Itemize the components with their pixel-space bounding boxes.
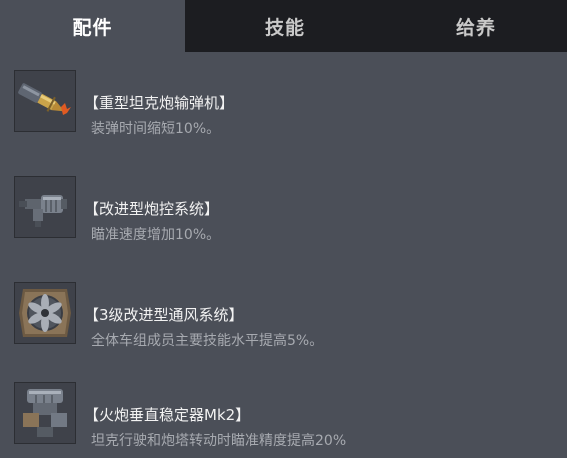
item-title: 【改进型炮控系统】 <box>84 200 220 218</box>
tab-skills[interactable]: 技能 <box>185 0 385 52</box>
stabilizer-icon <box>14 382 76 444</box>
item-description: 坦克行驶和炮塔转动时瞄准精度提高20% <box>91 433 347 449</box>
tab-supplies[interactable]: 给养 <box>385 0 567 52</box>
item-title: 【火炮垂直稳定器Mk2】 <box>84 406 251 424</box>
list-item-rammer[interactable]: 【重型坦克炮输弹机】 装弹时间缩短10%。 <box>0 66 567 146</box>
list-item-gun-laying-drive[interactable]: 【改进型炮控系统】 瞄准速度增加10%。 <box>0 172 567 252</box>
item-description: 装弹时间缩短10%。 <box>91 121 221 137</box>
gun-laying-drive-icon <box>14 176 76 238</box>
ventilation-icon <box>14 282 76 344</box>
equipment-list: 【重型坦克炮输弹机】 装弹时间缩短10%。 【改进型炮控系统】 瞄准速度增加10… <box>0 52 567 449</box>
tab-bar: 配件 技能 给养 <box>0 0 567 52</box>
item-title: 【3级改进型通风系统】 <box>84 306 244 324</box>
item-description: 全体车组成员主要技能水平提高5%。 <box>91 333 324 349</box>
item-title: 【重型坦克炮输弹机】 <box>84 94 235 112</box>
rammer-icon <box>14 70 76 132</box>
list-item-ventilation[interactable]: 【3级改进型通风系统】 全体车组成员主要技能水平提高5%。 <box>0 278 567 358</box>
tab-accessories[interactable]: 配件 <box>0 0 185 52</box>
list-item-stabilizer[interactable]: 【火炮垂直稳定器Mk2】 坦克行驶和炮塔转动时瞄准精度提高20% <box>0 378 567 458</box>
item-description: 瞄准速度增加10%。 <box>91 227 221 243</box>
